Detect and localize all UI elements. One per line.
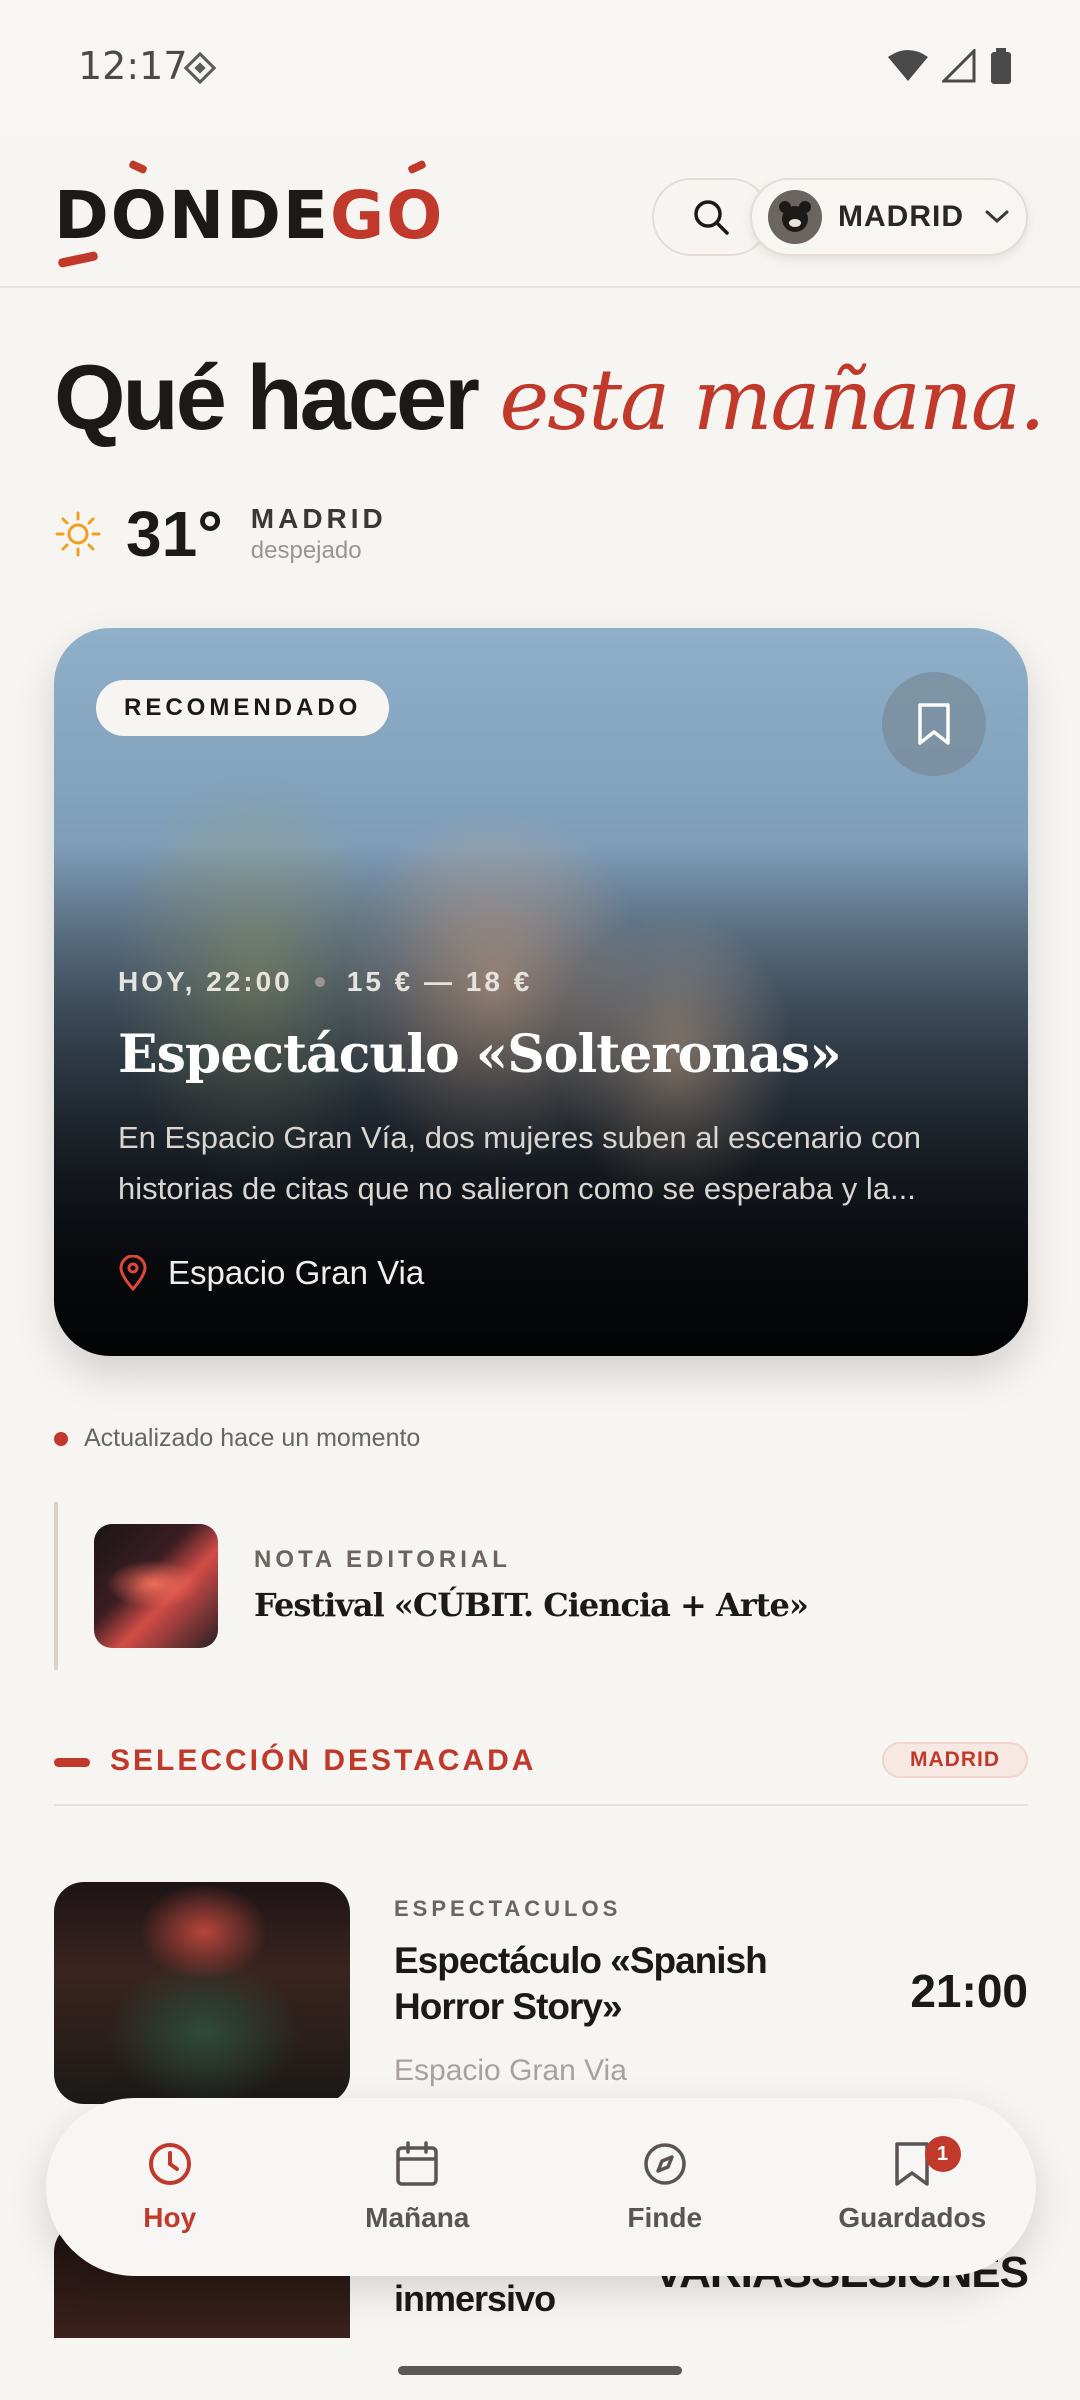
app-header: D ONDE G O MADRID <box>0 134 1080 288</box>
section-title: SELECCIÓN DESTACADA <box>110 1744 537 1777</box>
notification-diamond-icon <box>183 51 217 85</box>
status-bar: 12:17 <box>0 0 1080 134</box>
location-pin-icon <box>119 1255 147 1291</box>
event-price: 15 € — 18 € <box>346 966 533 997</box>
recommended-event-card[interactable]: RECOMENDADO HOY, 22:00 15 € — 18 € Espec… <box>54 628 1028 1356</box>
headline-plain: Qué hacer <box>54 347 480 449</box>
city-selector[interactable]: MADRID <box>750 178 1028 256</box>
updated-text: Actualizado hace un momento <box>84 1424 421 1452</box>
battery-icon <box>991 48 1011 84</box>
bookmark-icon <box>918 703 950 745</box>
signal-icon <box>942 49 976 83</box>
tab-manana[interactable]: Mañana <box>294 2098 542 2276</box>
event-venue-label: Espacio Gran Via <box>168 1254 425 1291</box>
event-title: Espectáculo «Spanish Horror Story» <box>394 1940 768 2027</box>
tab-finde[interactable]: Finde <box>541 2098 789 2276</box>
event-venue: Espacio Gran Via <box>118 1254 424 1292</box>
chevron-down-icon <box>985 210 1009 224</box>
event-meta: HOY, 22:00 15 € — 18 € <box>118 966 532 998</box>
weather-city: MADRID <box>250 503 387 534</box>
tab-label: Guardados <box>838 2202 987 2233</box>
event-venue: Espacio Gran Via <box>394 2054 627 2087</box>
dondego-logo[interactable]: D ONDE G O <box>54 174 444 269</box>
gesture-bar[interactable] <box>398 2366 682 2375</box>
weather-condition: despejado <box>250 537 362 564</box>
recommended-badge: RECOMENDADO <box>96 680 390 736</box>
editorial-kicker: NOTA EDITORIAL <box>254 1546 511 1573</box>
calendar-icon <box>396 2141 438 2186</box>
system-icons <box>888 48 1012 84</box>
sun-icon <box>55 511 101 557</box>
editorial-thumbnail <box>94 1524 218 1648</box>
tab-label: Mañana <box>365 2202 470 2233</box>
section-city-chip: MADRID <box>882 1742 1028 1778</box>
event-description: En Espacio Gran Vía, dos mujeres suben a… <box>118 1120 922 1206</box>
tab-guardados[interactable]: Guardados 1 <box>789 2098 1037 2276</box>
page-headline: Qué hacer esta mañana. <box>54 347 1046 449</box>
weather-widget: 31° MADRID despejado <box>54 494 387 574</box>
bottom-navigation: Hoy Mañana Finde Guardados 1 <box>46 2098 1036 2276</box>
city-selector-label: MADRID <box>838 200 964 233</box>
event-thumbnail <box>54 1882 350 2104</box>
featured-section-header: SELECCIÓN DESTACADA MADRID <box>54 1738 1028 1806</box>
saved-count-badge: 1 <box>924 2136 961 2172</box>
tab-label: Hoy <box>143 2202 197 2233</box>
tab-label: Finde <box>627 2202 703 2233</box>
list-item[interactable]: ESPECTACULOS Espectáculo «Spanish Horror… <box>54 1882 1028 2104</box>
tab-hoy[interactable]: Hoy <box>46 2098 294 2276</box>
updated-status: Actualizado hace un momento <box>54 1424 420 1453</box>
editorial-title: Festival «CÚBIT. Ciencia + Arte» <box>254 1586 809 1624</box>
live-dot <box>54 1431 68 1446</box>
weather-temperature: 31° <box>126 498 223 570</box>
editorial-note[interactable]: NOTA EDITORIAL Festival «CÚBIT. Ciencia … <box>54 1502 1028 1670</box>
save-event-button[interactable] <box>882 672 986 776</box>
event-title: Espectáculo «Solteronas» <box>118 1024 842 1085</box>
event-date: HOY, 22:00 <box>118 966 293 997</box>
wifi-icon <box>888 50 928 81</box>
search-icon <box>694 200 729 235</box>
clock-icon <box>148 2143 191 2185</box>
event-time: 21:00 <box>910 1965 1028 2017</box>
headline-accent: esta mañana <box>499 351 1021 449</box>
status-time: 12:17 <box>78 44 188 88</box>
compass-icon <box>644 2143 686 2185</box>
city-bear-icon <box>768 190 822 244</box>
event-category: ESPECTACULOS <box>394 1896 622 1921</box>
